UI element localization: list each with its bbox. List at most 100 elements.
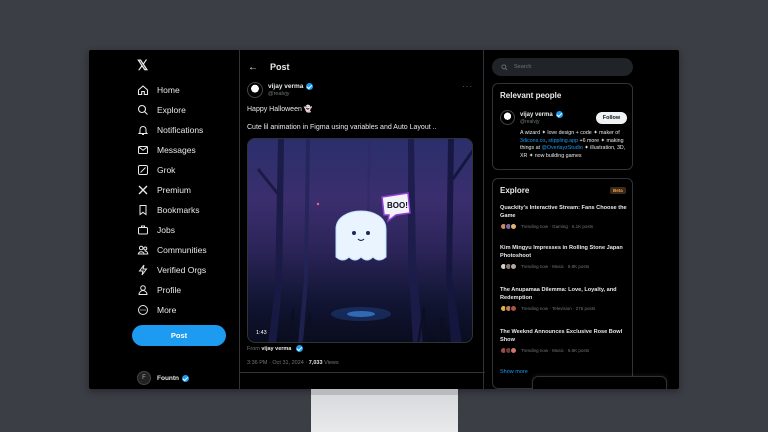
trend-item[interactable]: The Weeknd Announces Exclusive Rose Bowl… [500, 329, 630, 355]
trend-meta: Trending now · Gaming · 5.1K posts [500, 223, 630, 231]
author-name-text: vijay verma [268, 83, 304, 91]
trend-item[interactable]: Kim Mingyu Impresses in Rolling Stone Ja… [500, 245, 630, 271]
sidebar-item-label: Notifications [157, 125, 204, 135]
account-switcher[interactable]: F Fountn [137, 371, 190, 385]
grok-icon [138, 165, 148, 175]
sidebar-item-more[interactable]: More [137, 302, 176, 318]
sidebar-item-explore[interactable]: Explore [137, 102, 186, 118]
account-name: Fountn [157, 374, 180, 382]
trend-item[interactable]: The Anupamaa Dilemma: Love, Loyalty, and… [500, 287, 630, 313]
trend-subtitle: Trending now · Gaming · 5.1K posts [521, 224, 594, 230]
trend-subtitle: Trending now · Music · 6.6K posts [521, 348, 590, 354]
verified-badge-icon [182, 374, 190, 382]
messages-drawer[interactable] [532, 376, 667, 389]
sidebar-item-bookmarks[interactable]: Bookmarks [137, 202, 200, 218]
author-name[interactable]: vijay verma [268, 83, 314, 91]
sidebar-item-label: Verified Orgs [157, 265, 207, 275]
halloween-scene-illustration: BOO! [256, 139, 472, 342]
card-title: Relevant people [500, 91, 562, 100]
home-icon [137, 85, 149, 96]
sidebar-item-jobs[interactable]: Jobs [137, 222, 175, 238]
right-sidebar: Relevant people vijay verma @realvjy Fol… [492, 50, 679, 389]
search-bar[interactable] [492, 58, 633, 76]
sidebar-item-label: Home [157, 85, 180, 95]
verified-badge-icon [295, 345, 303, 352]
trend-subtitle: Trending now · Television · 275 posts [521, 306, 596, 312]
post-button[interactable]: Post [132, 325, 226, 346]
card-title: Explore [500, 186, 530, 195]
people-icon [137, 245, 149, 255]
sidebar-item-label: More [157, 305, 177, 315]
from-attribution: From vijay verma [247, 345, 303, 352]
sidebar-item-home[interactable]: Home [137, 82, 180, 98]
x-premium-icon [138, 185, 148, 195]
more-circle-icon [138, 305, 148, 315]
show-more-link[interactable]: Show more [500, 369, 528, 375]
avatar[interactable] [247, 82, 263, 98]
trend-title: Quackity's Interactive Stream: Fans Choo… [500, 205, 627, 219]
back-arrow-icon[interactable]: ← [248, 62, 258, 73]
bio-text: A wizard ✦ love design + code ✦ maker of [520, 130, 620, 136]
boo-text: BOO! [387, 201, 408, 210]
relevant-person-name[interactable]: vijay verma [520, 111, 563, 118]
sidebar-item-grok[interactable]: Grok [137, 162, 175, 178]
sidebar-item-premium[interactable]: Premium [137, 182, 191, 198]
post-text-line2: Cute lil animation in Figma using variab… [247, 124, 437, 131]
person-icon [138, 285, 148, 295]
views-label: Views [324, 360, 339, 366]
author-handle[interactable]: @realvjy [268, 91, 289, 97]
bio-link[interactable]: @OverlayzStudio [542, 145, 583, 151]
post-text-line1: Happy Halloween 👻 [247, 106, 313, 113]
verified-badge-icon [555, 111, 563, 118]
relevant-person-bio: A wizard ✦ love design + code ✦ maker of… [520, 130, 628, 160]
more-options-icon[interactable]: ··· [462, 82, 473, 91]
bio-link[interactable]: 3dicons.co [520, 138, 545, 144]
follow-button[interactable]: Follow [596, 112, 627, 124]
trend-title: The Anupamaa Dilemma: Love, Loyalty, and… [500, 287, 617, 301]
trend-meta: Trending now · Music · 6.8K posts [500, 263, 630, 271]
trend-title: The Weeknd Announces Exclusive Rose Bowl… [500, 329, 623, 343]
briefcase-icon [138, 225, 148, 235]
trend-item[interactable]: Quackity's Interactive Stream: Fans Choo… [500, 205, 630, 231]
sidebar-item-messages[interactable]: Messages [137, 142, 196, 158]
search-icon [501, 63, 508, 70]
post-video[interactable]: BOO! 1:43 [247, 138, 473, 343]
video-duration: 1:43 [256, 330, 267, 336]
sidebar-item-label: Grok [157, 165, 176, 175]
relevant-people-card: Relevant people vijay verma @realvjy Fol… [492, 83, 633, 170]
bio-link[interactable]: stippling.app [548, 138, 578, 144]
search-input[interactable] [514, 64, 614, 70]
explore-card: Explore Beta Quackity's Interactive Stre… [492, 178, 633, 389]
sidebar-item-profile[interactable]: Profile [137, 282, 181, 298]
post-timestamp[interactable]: 3:36 PM · Oct 31, 2024 · [247, 360, 307, 366]
page-title: Post [270, 62, 290, 72]
relevant-person-name-text: vijay verma [520, 112, 553, 119]
sidebar-item-label: Jobs [157, 225, 175, 235]
from-name[interactable]: vijay verma [261, 346, 291, 352]
post-header: ← Post [240, 50, 485, 84]
lightning-icon [138, 264, 148, 276]
sidebar-item-verified-orgs[interactable]: Verified Orgs [137, 262, 206, 278]
monitor-screen: 𝕏 Home Explore Notifications Messages Gr… [89, 50, 679, 389]
relevant-person-handle: @realvjy [520, 119, 540, 125]
sidebar-item-label: Explore [157, 105, 186, 115]
views-count: 7,033 [308, 360, 323, 366]
sidebar-item-label: Profile [157, 285, 182, 295]
post-meta: 3:36 PM · Oct 31, 2024 · 7,033 Views [247, 360, 339, 366]
bell-icon [137, 126, 149, 135]
divider [240, 372, 485, 373]
x-logo[interactable]: 𝕏 [137, 58, 151, 72]
sidebar-item-notifications[interactable]: Notifications [137, 122, 203, 138]
sidebar-item-communities[interactable]: Communities [137, 242, 207, 258]
mail-icon [138, 146, 148, 154]
monitor-stand-shadow [311, 389, 458, 395]
sidebar-nav: 𝕏 Home Explore Notifications Messages Gr… [129, 50, 239, 389]
monitor-stand [311, 389, 458, 432]
from-prefix: From [247, 345, 260, 352]
sidebar-item-label: Bookmarks [157, 205, 200, 215]
sidebar-item-label: Premium [157, 185, 192, 195]
trend-meta: Trending now · Music · 6.6K posts [500, 347, 630, 355]
trend-title: Kim Mingyu Impresses in Rolling Stone Ja… [500, 245, 623, 259]
bookmark-icon [139, 205, 147, 216]
avatar[interactable] [500, 110, 515, 125]
